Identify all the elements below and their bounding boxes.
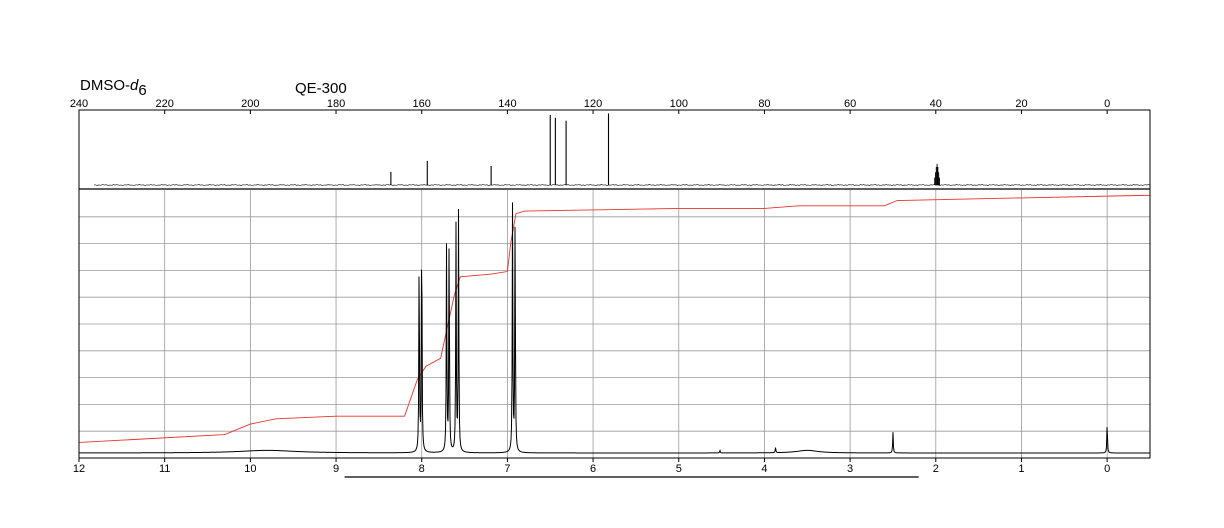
c13-tick-label: 240 <box>70 98 88 110</box>
h1-integral-line <box>78 194 1151 443</box>
c13-tick-label: 0 <box>1104 98 1110 110</box>
h1-tick-label: 11 <box>159 463 170 475</box>
h1-tick-label: 9 <box>333 463 339 475</box>
h1-integral-curve <box>78 194 1151 443</box>
nmr-spectra-figure: DMSO-d6 QE-300 240 220 200 180 160 140 120 100 8… <box>70 77 1151 478</box>
h1-tick-label: 0 <box>1104 463 1110 475</box>
h1-tick-label: 5 <box>676 463 682 475</box>
c13-axis: 240 220 200 180 160 140 120 100 80 60 40 20 0 <box>70 98 1110 114</box>
c13-spectrum <box>93 113 1151 187</box>
c13-tick-label: 140 <box>498 98 516 110</box>
h1-tick-label: 12 <box>73 463 85 475</box>
c13-baseline <box>93 183 1151 187</box>
h1-tick-label: 4 <box>761 463 767 475</box>
h1-tick-label: 3 <box>847 463 853 475</box>
plot-frame <box>78 109 1151 459</box>
c13-tick-label: 220 <box>156 98 174 110</box>
h1-spectrum <box>79 202 1150 454</box>
c13-tick-label: 200 <box>241 98 259 110</box>
h1-tick-label: 6 <box>590 463 596 475</box>
h1-tick-label: 7 <box>504 463 510 475</box>
h1-tick-label: 10 <box>244 463 256 475</box>
c13-tick-label: 20 <box>1015 98 1027 110</box>
solvent-label: DMSO-d6 <box>80 77 147 99</box>
h1-axis: 12 11 10 9 8 7 6 5 4 3 2 1 0 <box>73 458 1110 475</box>
c13-tick-label: 120 <box>584 98 602 110</box>
c13-tick-label: 40 <box>930 98 942 110</box>
h1-tick-label: 1 <box>1018 463 1024 475</box>
c13-tick-label: 60 <box>844 98 856 110</box>
h1-grid <box>79 190 1150 458</box>
c13-tick-label: 100 <box>670 98 688 110</box>
instrument-label: QE-300 <box>295 80 347 97</box>
c13-tick-label: 160 <box>413 98 431 110</box>
c13-tick-label: 180 <box>327 98 345 110</box>
h1-tick-label: 2 <box>933 463 939 475</box>
c13-tick-label: 80 <box>758 98 770 110</box>
h1-tick-label: 8 <box>419 463 425 475</box>
h1-spectrum-line <box>79 202 1150 454</box>
